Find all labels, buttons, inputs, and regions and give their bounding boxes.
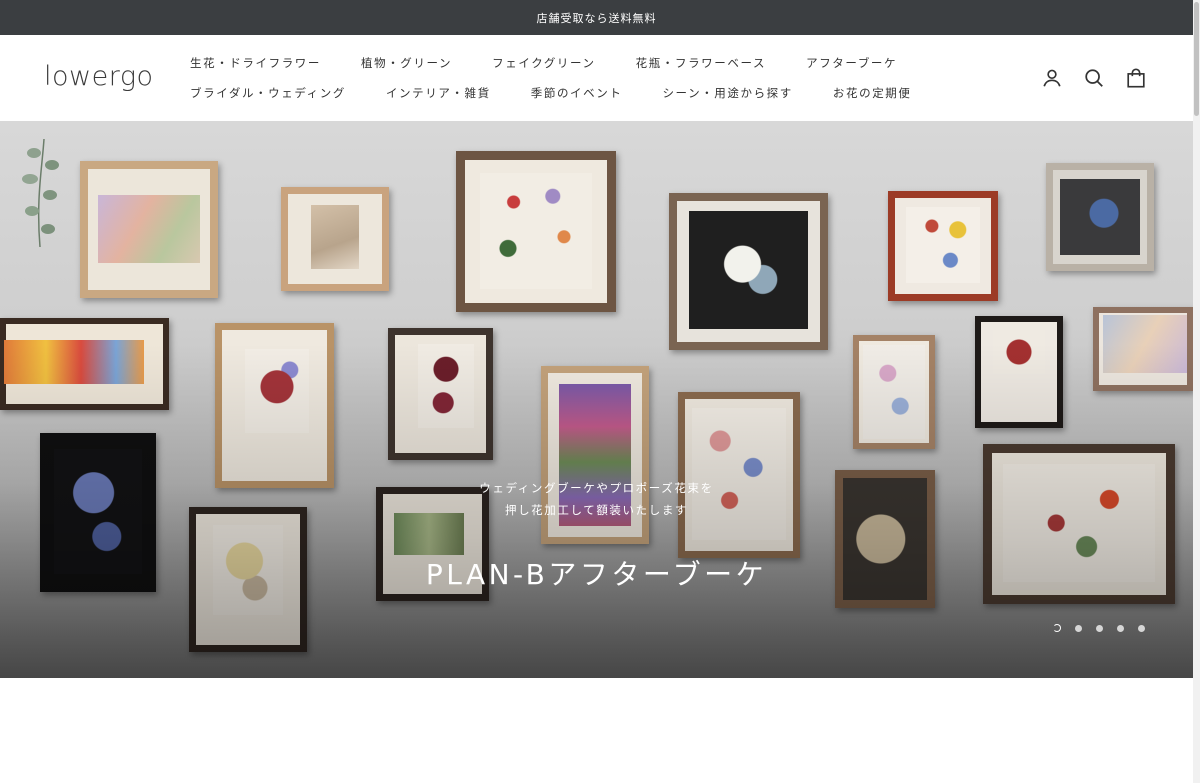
nav-item-fake-green[interactable]: フェイクグリーン bbox=[492, 55, 596, 71]
pressed-flower-frame bbox=[281, 187, 389, 291]
hero-slideshow[interactable]: ウェディングブーケやプロポーズ花束を 押し花加工して額装いたします PLAN-B… bbox=[0, 121, 1193, 678]
hero-title[interactable]: PLAN-Bアフターブーケ bbox=[0, 553, 1193, 593]
pressed-flower-frame bbox=[0, 318, 169, 410]
pressed-flower-frame bbox=[1093, 307, 1193, 391]
logo[interactable]: lowergo bbox=[44, 61, 154, 92]
site-header: lowergo 生花・ドライフラワー 植物・グリーン フェイクグリーン 花瓶・フ… bbox=[0, 35, 1193, 121]
pressed-flower-frame bbox=[388, 328, 493, 460]
pressed-flower-frame bbox=[975, 316, 1063, 428]
nav-item-seasonal-events[interactable]: 季節のイベント bbox=[531, 85, 623, 101]
pressed-flower-frame bbox=[669, 193, 828, 350]
pressed-flower-frame bbox=[215, 323, 334, 488]
hero-subtitle-line-1: ウェディングブーケやプロポーズ花束を bbox=[479, 481, 714, 495]
eucalyptus-decoration bbox=[22, 139, 59, 248]
slide-dot-4[interactable] bbox=[1117, 624, 1124, 632]
announcement-text: 店舗受取なら送料無料 bbox=[536, 11, 657, 25]
nav-item-fresh-dry-flowers[interactable]: 生花・ドライフラワー bbox=[190, 55, 321, 71]
nav-item-after-bouquet[interactable]: アフターブーケ bbox=[806, 55, 897, 71]
nav-item-plants-green[interactable]: 植物・グリーン bbox=[361, 55, 452, 71]
cart-icon[interactable] bbox=[1125, 67, 1147, 89]
pressed-flower-frame bbox=[1046, 163, 1154, 271]
pressed-flower-frame bbox=[456, 151, 616, 312]
scrollbar[interactable] bbox=[1193, 0, 1200, 783]
pressed-flower-frame bbox=[80, 161, 218, 298]
slide-dot-1[interactable] bbox=[1053, 624, 1061, 632]
nav-item-interior-goods[interactable]: インテリア・雑貨 bbox=[386, 85, 491, 101]
search-icon[interactable] bbox=[1083, 67, 1105, 89]
header-icons bbox=[1041, 67, 1147, 89]
pressed-flower-frame bbox=[678, 392, 800, 558]
main-nav-row-1: 生花・ドライフラワー 植物・グリーン フェイクグリーン 花瓶・フラワーベース ア… bbox=[190, 55, 897, 71]
slide-dot-5[interactable] bbox=[1138, 624, 1145, 632]
nav-item-search-by-scene[interactable]: シーン・用途から探す bbox=[662, 85, 792, 101]
nav-item-flower-subscription[interactable]: お花の定期便 bbox=[833, 85, 912, 101]
announcement-bar: 店舗受取なら送料無料 bbox=[0, 0, 1193, 35]
account-icon[interactable] bbox=[1041, 67, 1063, 89]
slide-dot-3[interactable] bbox=[1096, 624, 1103, 632]
scrollbar-thumb[interactable] bbox=[1194, 2, 1199, 116]
slideshow-dots bbox=[1053, 624, 1145, 632]
pressed-flower-frame bbox=[853, 335, 935, 449]
hero-subtitle-line-2: 押し花加工して額装いたします bbox=[504, 503, 689, 517]
page-content bbox=[0, 678, 1193, 783]
nav-item-bridal-wedding[interactable]: ブライダル・ウェディング bbox=[190, 85, 346, 101]
slide-dot-2[interactable] bbox=[1075, 624, 1082, 632]
nav-item-vases[interactable]: 花瓶・フラワーベース bbox=[636, 55, 766, 71]
pressed-flower-frame bbox=[888, 191, 998, 301]
main-nav-row-2: ブライダル・ウェディング インテリア・雑貨 季節のイベント シーン・用途から探す… bbox=[190, 85, 912, 101]
